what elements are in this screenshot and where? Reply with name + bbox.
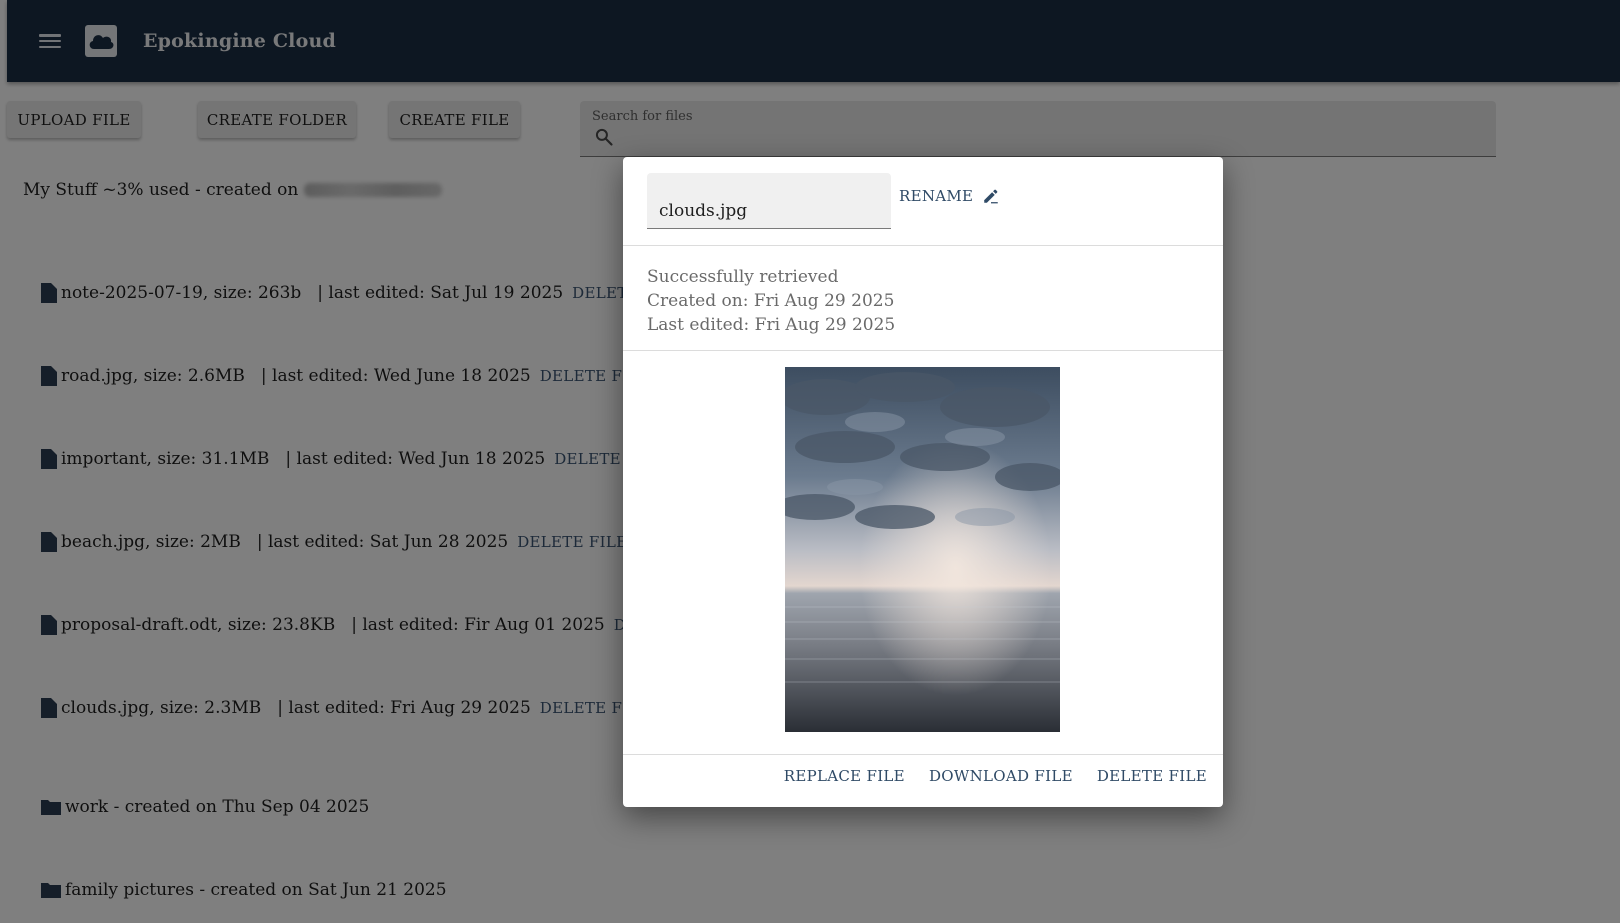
image-preview	[785, 367, 1060, 732]
filename-field[interactable]	[647, 173, 891, 229]
edited-text: Last edited: Fri Aug 29 2025	[647, 315, 896, 335]
status-text: Successfully retrieved	[647, 267, 839, 287]
filename-input[interactable]	[659, 199, 881, 223]
rename-label: RENAME	[899, 187, 974, 205]
replace-file-button[interactable]: REPLACE FILE	[784, 767, 905, 785]
created-text: Created on: Fri Aug 29 2025	[647, 291, 895, 311]
delete-file-button[interactable]: DELETE FILE	[1097, 767, 1207, 785]
divider	[623, 245, 1223, 246]
file-details-dialog: RENAME Successfully retrieved Created on…	[623, 157, 1223, 807]
rename-button[interactable]: RENAME	[899, 181, 1000, 211]
divider	[623, 350, 1223, 351]
edit-pencil-icon	[984, 189, 999, 204]
divider	[623, 754, 1223, 755]
dialog-actions: REPLACE FILE DOWNLOAD FILE DELETE FILE	[784, 767, 1207, 785]
file-info: Successfully retrieved Created on: Fri A…	[647, 265, 895, 337]
download-file-button[interactable]: DOWNLOAD FILE	[929, 767, 1073, 785]
